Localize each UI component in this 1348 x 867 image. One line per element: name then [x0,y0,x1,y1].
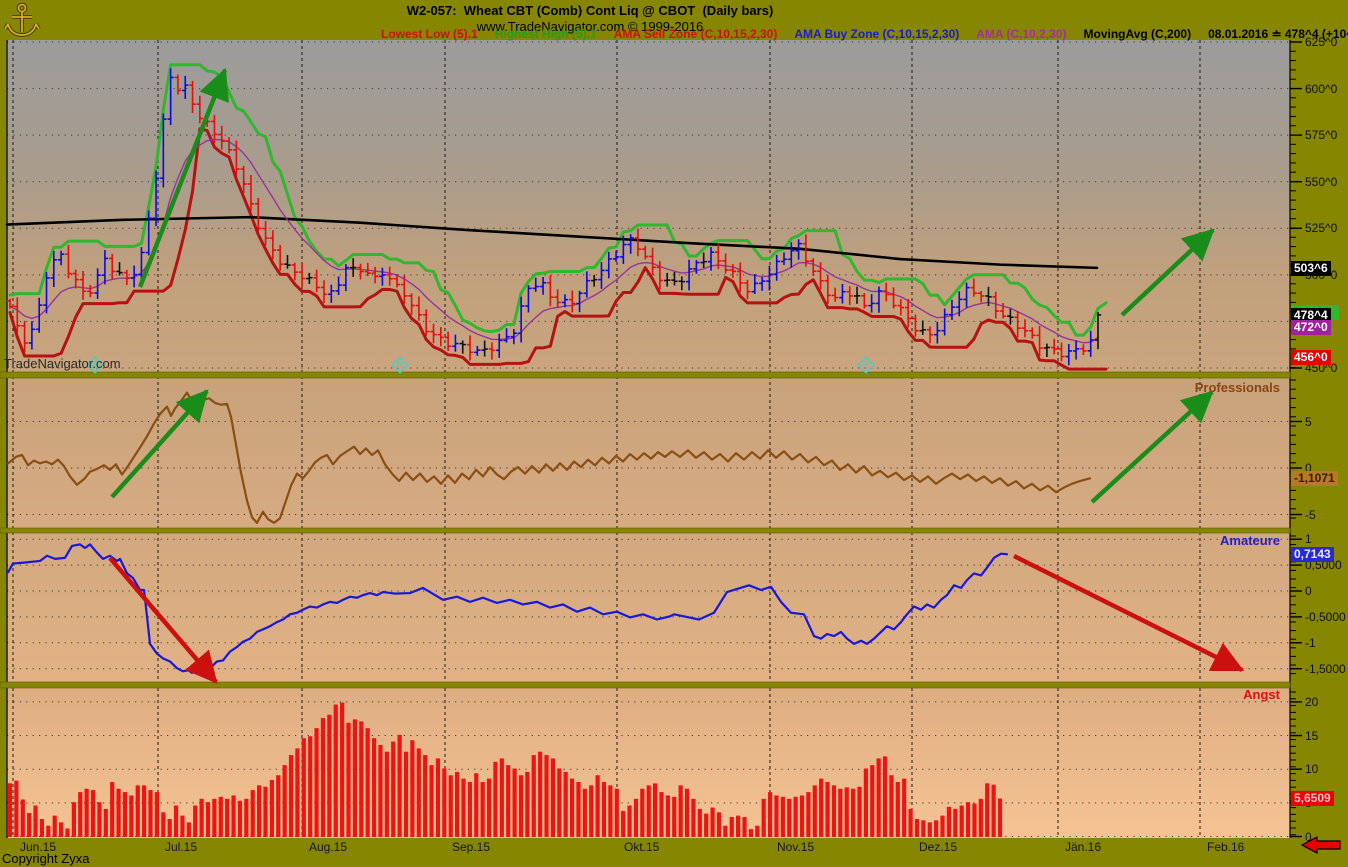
axis-tick-label: 575^0 [1305,128,1337,142]
axis-value-badge: -1,1071 [1291,471,1338,486]
panel-label-professionals: Professionals [1195,380,1280,395]
legend-item[interactable]: AMA (C,10,2,30) [976,27,1066,41]
axis-tick-label: 20 [1305,695,1318,709]
svg-text:R: R [863,360,870,370]
axis-tick-label: 10 [1305,762,1318,776]
axis-tick-label: 5 [1305,415,1312,429]
x-axis-month-label: Jän.16 [1065,840,1101,854]
indicator-legend: Lowest Low (5).1 Highest High (5).1 AMA Se… [381,27,1348,41]
axis-tick-label: -1 [1305,636,1316,650]
axis-tick-label: 625^0 [1305,35,1337,49]
x-axis-month-label: Jun.15 [20,840,56,854]
legend-item[interactable]: AMA Sell Zone (C,10,15,2,30) [614,27,778,41]
x-axis-month-label: Aug.15 [309,840,347,854]
axis-tick-label: 1 [1305,532,1312,546]
axis-value-badge: 0,7143 [1291,547,1334,562]
axis-value-badge: 456^0 [1291,350,1331,365]
svg-text:R: R [397,360,404,370]
x-axis-month-label: Okt.15 [624,840,659,854]
panel-label-angst: Angst [1243,687,1280,702]
axis-tick-label: -5 [1305,508,1316,522]
axis-tick-label: 600^0 [1305,82,1337,96]
x-axis-month-label: Nov.15 [777,840,814,854]
app-logo-anchor-icon[interactable] [2,0,42,40]
legend-item[interactable]: AMA Buy Zone (C,10,15,2,30) [794,27,959,41]
axis-tick-label: 0 [1305,584,1312,598]
axis-tick-label: 15 [1305,729,1318,743]
panel-label-amateure: Amateure [1220,533,1280,548]
legend-item[interactable]: Lowest Low (5).1 [381,27,478,41]
chart-title: W2-057: Wheat CBT (Comb) Cont Liq @ CBOT… [0,3,1180,18]
x-axis-month-label: Dez.15 [919,840,957,854]
trade-navigator-window: W2-057: Wheat CBT (Comb) Cont Liq @ CBOT… [0,0,1348,867]
axis-value-badge: 472^0 [1291,320,1331,335]
legend-item[interactable]: Highest High (5).1 [495,27,597,41]
watermark: TradeNavigator.com [4,356,121,371]
axis-tick-label: 525^0 [1305,221,1337,235]
axis-tick-label: -1,5000 [1305,662,1346,676]
x-axis-month-label: Feb.16 [1207,840,1244,854]
chart-surface[interactable]: RRR [0,0,1348,867]
axis-value-badge: 503^6 [1291,261,1331,276]
legend-item[interactable]: MovingAvg (C,200) [1084,27,1192,41]
x-axis-month-label: Sep.15 [452,840,490,854]
x-axis-month-label: Jul.15 [165,840,197,854]
axis-tick-label: 550^0 [1305,175,1337,189]
axis-tick-label: -0,5000 [1305,610,1346,624]
axis-tick-label: 0 [1305,830,1312,844]
axis-value-badge: 5,6509 [1291,791,1334,806]
